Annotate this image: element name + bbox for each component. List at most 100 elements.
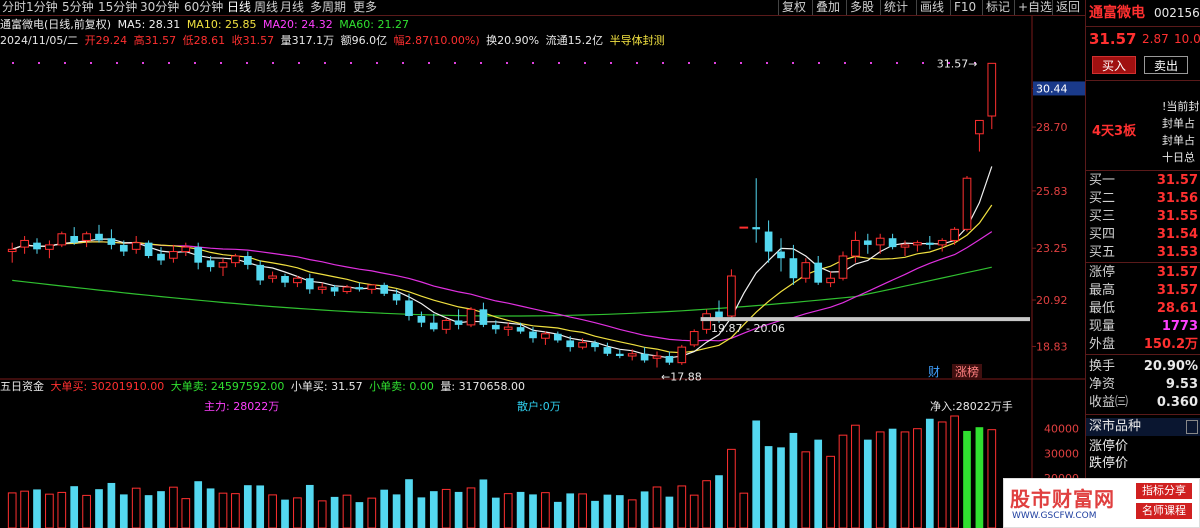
candle-body [231, 255, 240, 264]
divider [1086, 26, 1200, 27]
volume-bar [317, 500, 327, 528]
period-tab[interactable]: 30分钟 [140, 0, 179, 15]
toolbar-button[interactable]: 统计 [880, 0, 911, 15]
volume-bar [566, 493, 575, 528]
high-mark-label: 31.57→ [937, 57, 978, 70]
dotted-mark [818, 62, 820, 64]
quote-row: 最高 31.57 [1086, 282, 1200, 300]
volume-bar [975, 427, 984, 528]
quote-row-value: 0.360 [1156, 395, 1198, 410]
candle-body [330, 287, 339, 292]
limit-down-label: 跌停价 [1089, 456, 1129, 471]
kline-chart[interactable]: 30.44 28.70 25.83 23.25 20.92 18.83 19.87 - 20… [0, 16, 1085, 528]
dotted-mark [246, 62, 248, 64]
limit-down-row: 跌停价 [1086, 455, 1200, 473]
small-buy-label: 小单买: [290, 380, 328, 393]
candle-body [293, 277, 302, 284]
dotted-mark [506, 62, 508, 64]
volume-bar [169, 486, 178, 528]
toolbar-button[interactable]: 复权 [778, 0, 809, 15]
dotted-mark [376, 62, 378, 64]
dotted-mark [272, 62, 274, 64]
small-sell-label: 小单卖: [369, 380, 406, 393]
volume-bar [727, 448, 736, 528]
volume-bar [367, 497, 377, 528]
volume-bar [491, 497, 500, 528]
period-tab[interactable]: 日线 [227, 0, 251, 15]
period-tab[interactable]: 周线 [254, 0, 278, 15]
quote-row-label: 现量 [1089, 319, 1116, 334]
volume-bar [441, 488, 451, 528]
candle-body [95, 233, 103, 241]
volume-bar [330, 496, 339, 528]
period-tab[interactable]: 多周期 [310, 0, 346, 15]
period-tab[interactable]: 1分钟 [26, 0, 58, 15]
period-tab[interactable]: 更多 [353, 0, 377, 15]
toolbar-button[interactable]: 画线 [916, 0, 947, 15]
candle-body [256, 264, 265, 281]
candle-body [702, 313, 711, 330]
volume-value: 量317.1万 [280, 34, 335, 47]
toolbar-button[interactable]: +自选 [1014, 0, 1055, 15]
kline-chart-area[interactable]: 30.44 28.70 25.83 23.25 20.92 18.83 19.87 - 20… [0, 16, 1085, 528]
volume-bar [863, 439, 872, 528]
period-toolbar: 分时 1分钟 5分钟 15分钟 30分钟 60分钟 日线 周线 月线 多周期 更多 复权 叠加 多股 统计画… [0, 0, 1200, 16]
candle-body [429, 322, 438, 330]
quote-row: 买四 31.54 [1086, 226, 1200, 244]
watermark-url: WWW.GSCFW.COM [1012, 511, 1097, 521]
candle-body [317, 286, 327, 290]
quote-row-value: 31.57 [1156, 173, 1198, 188]
ma20-label: MA20: 24.32 [263, 18, 333, 31]
buy-button[interactable]: 买入 [1092, 56, 1136, 74]
fund-title: 五日资金 [0, 380, 44, 393]
volume-bar [814, 439, 823, 528]
tag-cai: 财 [928, 365, 940, 379]
market-expand-icon[interactable] [1186, 420, 1198, 434]
volume-bar [851, 424, 860, 528]
candle-body [119, 244, 128, 252]
dotted-mark [38, 62, 40, 64]
candle-body [900, 244, 910, 248]
dotted-mark [584, 62, 586, 64]
volume-bar [702, 480, 711, 528]
volume-bar [181, 498, 191, 528]
dotted-mark [870, 62, 872, 64]
candle-body [268, 275, 277, 279]
period-tab[interactable]: 15分钟 [98, 0, 137, 15]
candle-body [640, 353, 649, 361]
volume-bar [925, 418, 934, 528]
market-label: 深市品种 [1089, 419, 1142, 434]
big-sell-value: 24597592.00 [210, 380, 285, 393]
candle-body [913, 242, 922, 246]
dotted-mark [714, 62, 716, 64]
volume-bar [268, 494, 277, 528]
sell-button[interactable]: 卖出 [1144, 56, 1188, 74]
period-tab[interactable]: 月线 [280, 0, 304, 15]
period-tab[interactable]: 5分钟 [62, 0, 94, 15]
toolbar-button[interactable]: 返回 [1052, 0, 1083, 15]
candle-body [863, 240, 872, 245]
big-sell-label: 大单卖: [170, 380, 208, 393]
dotted-mark [896, 62, 898, 64]
candle-body [491, 324, 500, 330]
toolbar-button[interactable]: F10 [950, 0, 979, 15]
candle-body [70, 236, 79, 243]
toolbar-button[interactable]: 叠加 [812, 0, 843, 15]
fund-vol-value: 3170658.00 [458, 380, 526, 393]
candle-body [925, 242, 934, 245]
candle-body [243, 256, 252, 265]
price-row: 31.57 2.87 10.00 [1086, 30, 1200, 48]
period-tab[interactable]: 60分钟 [184, 0, 223, 15]
period-tab[interactable]: 分时 [2, 0, 26, 15]
site-watermark: 股市财富网 WWW.GSCFW.COM 指标分享 名师课程 [1003, 478, 1200, 528]
candle-body [33, 242, 41, 250]
quote-row-label: 涨停 [1089, 265, 1116, 280]
dotted-mark [220, 62, 222, 64]
volume-bar [516, 491, 525, 528]
candle-body [206, 260, 215, 268]
quote-row: 最低 28.61 [1086, 300, 1200, 318]
toolbar-button[interactable]: 标记 [982, 0, 1013, 15]
toolbar-button[interactable]: 多股 [846, 0, 877, 15]
market-row[interactable]: 深市品种 [1086, 418, 1200, 436]
limit-board-box: 4天3板 !当前封 封单占 封单占 十日总 [1086, 84, 1200, 170]
